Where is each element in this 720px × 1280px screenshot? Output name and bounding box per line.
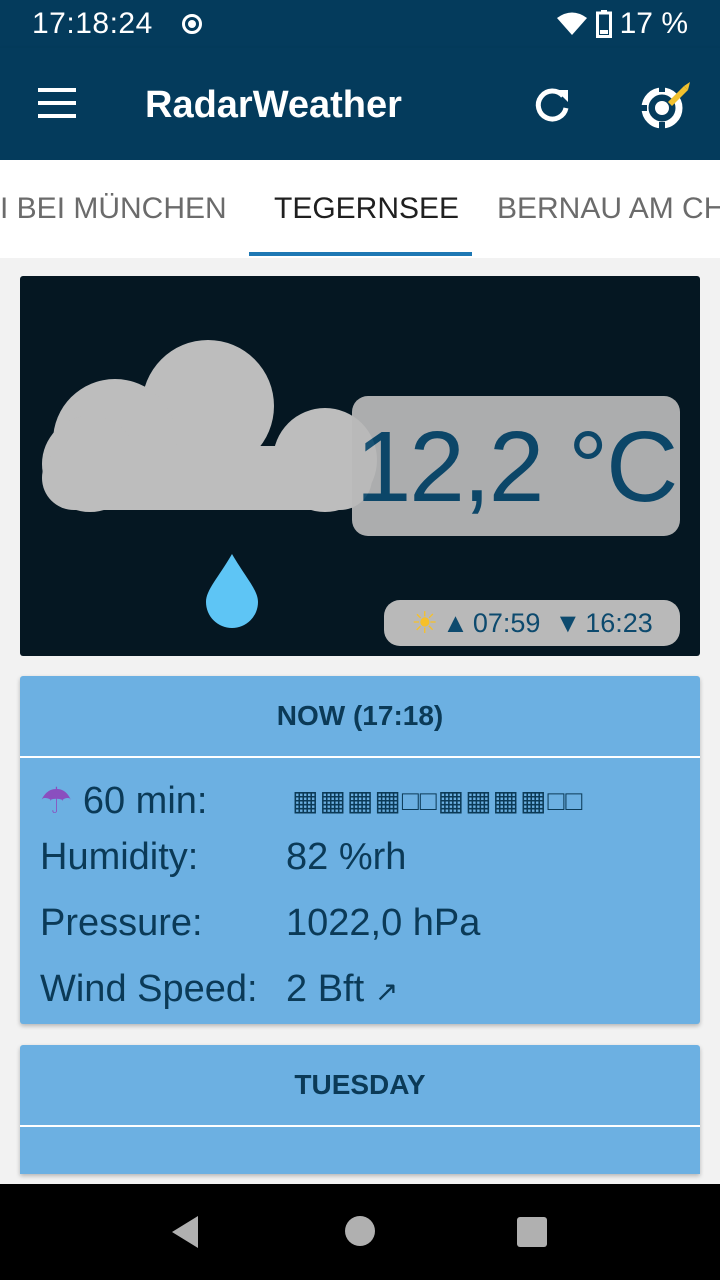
sunset-arrow-icon: ▼ (554, 607, 582, 638)
sync-indicator-icon (182, 14, 202, 34)
humidity-value: 82 %rh (286, 836, 407, 878)
app-title: RadarWeather (145, 84, 402, 126)
precip-label: 60 min: (82, 780, 208, 822)
sunset-time: 16:23 (585, 607, 653, 638)
back-icon[interactable] (170, 1216, 200, 1248)
home-icon[interactable] (345, 1216, 375, 1246)
current-temperature: 12,2 °C (355, 411, 679, 523)
tab-tegernsee[interactable]: TEGERNSEE (274, 192, 459, 226)
pressure-label: Pressure: (40, 902, 203, 944)
battery-percent: 17 % (619, 7, 688, 40)
refresh-icon[interactable] (530, 84, 574, 128)
now-card: NOW (17:18) ☂ 60 min: ▦▦▦▦□□▦▦▦▦□□ Humid… (20, 676, 700, 1024)
sunrise-arrow-icon: ▲ (442, 607, 469, 638)
now-card-title: NOW (17:18) (20, 676, 700, 758)
location-icon[interactable] (638, 80, 690, 132)
battery-icon (595, 10, 612, 38)
system-nav-bar (0, 1184, 720, 1280)
tab-bernau[interactable]: BERNAU AM CH (497, 192, 720, 226)
wifi-icon (556, 12, 587, 35)
umbrella-icon: ☂ (40, 780, 73, 821)
wind-direction-icon: ↗ (374, 976, 399, 1007)
app-bar: RadarWeather (0, 48, 720, 160)
location-tabs: I BEI MÜNCHEN TEGERNSEE BERNAU AM CH (0, 160, 720, 258)
wind-label: Wind Speed: (40, 968, 258, 1010)
sun-times-box: ☀ ▲ 07:59 ▼ 16:23 (384, 600, 680, 646)
precip-forecast-grid: ▦▦▦▦□□▦▦▦▦□□ (292, 785, 584, 816)
humidity-label: Humidity: (40, 836, 199, 878)
pressure-value: 1022,0 hPa (286, 902, 481, 944)
tuesday-card-title: TUESDAY (20, 1045, 700, 1127)
temperature-box: 12,2 °C (352, 396, 680, 536)
status-right: 17 % (556, 7, 688, 41)
tab-muenchen[interactable]: I BEI MÜNCHEN (0, 192, 227, 226)
tuesday-card: TUESDAY (20, 1045, 700, 1174)
menu-icon[interactable] (38, 88, 76, 118)
cloud-rain-icon (42, 340, 377, 628)
recent-apps-icon[interactable] (517, 1217, 547, 1247)
sun-icon: ☀ (411, 606, 439, 640)
sunrise-time: 07:59 (472, 607, 541, 638)
status-time: 17:18:24 (32, 7, 153, 40)
current-weather-panel: 12,2 °C ☀ ▲ 07:59 ▼ 16:23 (20, 276, 700, 656)
tab-indicator (249, 252, 472, 256)
wind-value: 2 Bft (286, 968, 365, 1010)
status-bar: 17:18:24 17 % (0, 0, 720, 48)
